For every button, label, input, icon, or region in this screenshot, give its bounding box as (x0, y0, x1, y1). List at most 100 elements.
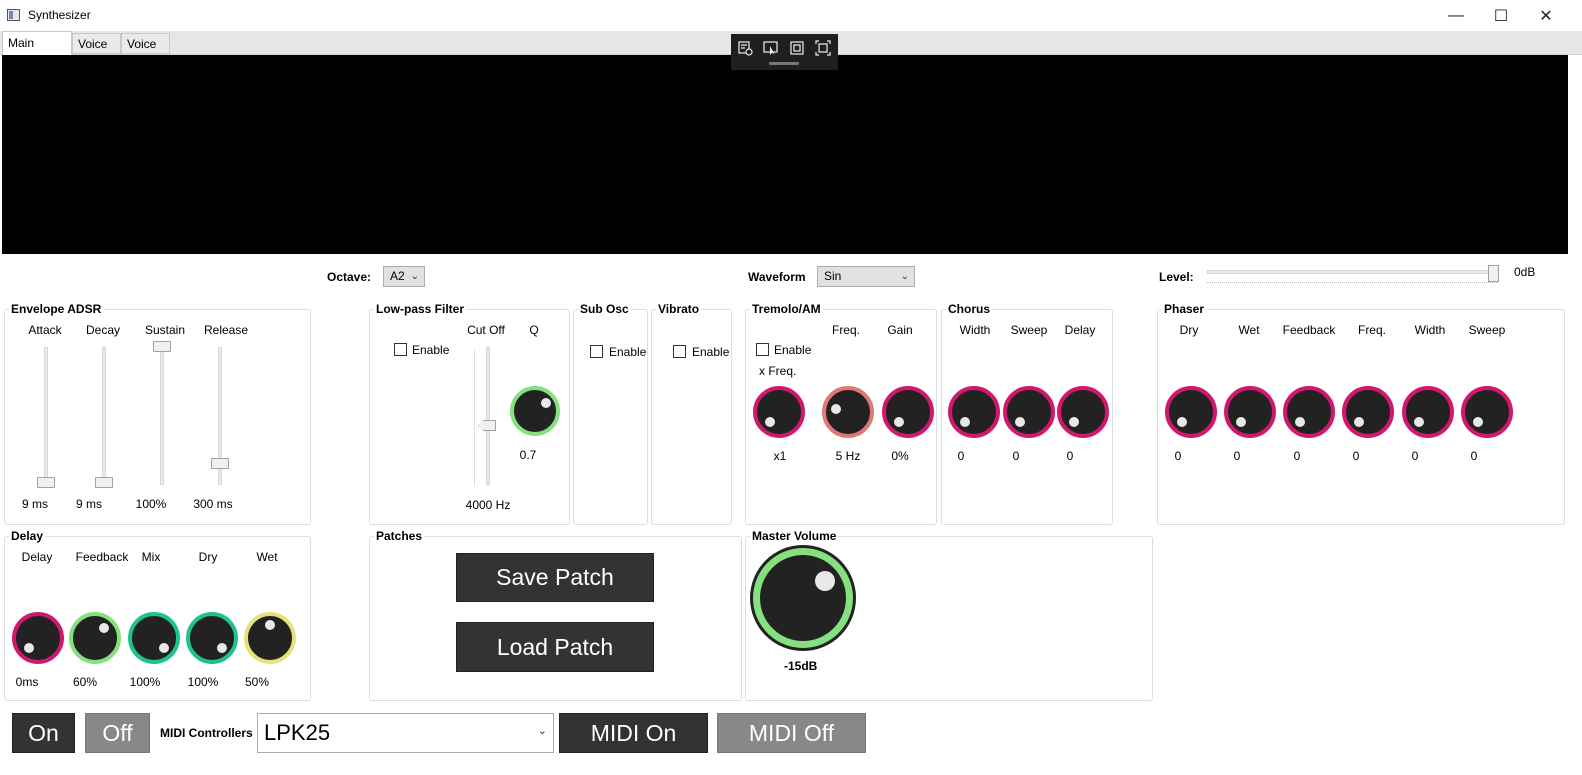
phaser-dry-label: Dry (1179, 323, 1199, 337)
knob-indicator (541, 398, 551, 408)
tremolo-freq-knob[interactable] (822, 386, 874, 438)
knob-indicator (894, 417, 904, 427)
phaser-title: Phaser (1162, 302, 1207, 316)
knob-indicator (1354, 417, 1364, 427)
knob-indicator (1177, 417, 1187, 427)
decay-value: 9 ms (75, 497, 102, 511)
chorus-title: Chorus (946, 302, 992, 316)
chorus-delay-knob[interactable] (1057, 386, 1109, 438)
delay-title: Delay (9, 529, 46, 543)
waveform-select[interactable]: Sin ⌄ (817, 266, 915, 287)
decay-slider-track[interactable] (102, 347, 106, 485)
delay-mix-value: 100% (129, 675, 161, 689)
track-focus-icon[interactable] (813, 39, 833, 57)
toolbar-grip[interactable] (769, 62, 799, 65)
vibrato-group (651, 309, 732, 525)
patches-title: Patches (374, 529, 425, 543)
knob-indicator (265, 620, 275, 630)
phaser-wet-knob[interactable] (1224, 386, 1276, 438)
delay-feedback-label: Feedback (75, 550, 129, 564)
cutoff-slider-track[interactable] (486, 347, 490, 485)
vibrato-enable-checkbox[interactable] (673, 345, 686, 358)
knob-indicator (1015, 417, 1025, 427)
tab-voice-2[interactable]: Voice 2 (72, 33, 121, 71)
chorus-sweep-knob[interactable] (1003, 386, 1055, 438)
tremolo-gain-knob[interactable] (882, 386, 934, 438)
xfreq-knob[interactable] (753, 386, 805, 438)
tremolo-enable-checkbox[interactable] (756, 343, 769, 356)
display-layout-icon[interactable] (787, 39, 807, 57)
chorus-width-knob[interactable] (948, 386, 1000, 438)
tremolo-title: Tremolo/AM (750, 302, 823, 316)
q-knob[interactable] (510, 386, 560, 436)
phaser-sweep-label: Sweep (1468, 323, 1506, 337)
sustain-slider-track[interactable] (160, 347, 164, 485)
delay-time-value: 0ms (15, 675, 39, 689)
sustain-slider-thumb[interactable] (153, 341, 171, 352)
debug-toolbar (731, 34, 838, 70)
q-label: Q (529, 323, 539, 337)
delay-mix-knob[interactable] (128, 612, 180, 664)
level-slider-track[interactable] (1207, 270, 1497, 274)
delay-dry-knob[interactable] (186, 612, 238, 664)
midi-off-button[interactable]: MIDI Off (717, 713, 866, 753)
knob-indicator (99, 623, 109, 633)
release-slider-thumb[interactable] (211, 458, 229, 469)
phaser-width-value: 0 (1411, 449, 1419, 463)
window-title: Synthesizer (28, 8, 91, 22)
tab-voice-3[interactable]: Voice 3 (121, 33, 170, 71)
master-volume-value: -15dB (784, 659, 818, 673)
midi-on-button[interactable]: MIDI On (559, 713, 708, 753)
knob-indicator (815, 571, 835, 591)
attack-label: Attack (28, 323, 62, 337)
knob-indicator (960, 417, 970, 427)
knob-indicator (1069, 417, 1079, 427)
phaser-width-knob[interactable] (1402, 386, 1454, 438)
octave-select[interactable]: A2 ⌄ (383, 266, 425, 287)
phaser-dry-knob[interactable] (1165, 386, 1217, 438)
phaser-feedback-value: 0 (1293, 449, 1301, 463)
title-bar: Synthesizer — ☐ ✕ (0, 0, 1582, 31)
knob-indicator (159, 643, 169, 653)
chorus-width-value: 0 (957, 449, 965, 463)
sustain-label: Sustain (144, 323, 186, 337)
minimize-button[interactable]: — (1433, 0, 1479, 31)
midi-controllers-label: MIDI Controllers (160, 726, 253, 740)
maximize-button[interactable]: ☐ (1478, 0, 1524, 31)
tab-main-voice[interactable]: Main Voice (2, 31, 72, 73)
delay-dry-label: Dry (198, 550, 218, 564)
master-volume-knob[interactable] (753, 548, 853, 648)
lowpass-enable-checkbox[interactable] (394, 343, 407, 356)
level-slider-thumb[interactable] (1488, 265, 1499, 282)
level-value: 0dB (1514, 265, 1536, 279)
tremolo-enable-label: Enable (774, 343, 812, 357)
attack-slider-thumb[interactable] (37, 477, 55, 488)
close-button[interactable]: ✕ (1523, 0, 1569, 31)
select-element-icon[interactable] (761, 39, 781, 57)
phaser-feedback-knob[interactable] (1283, 386, 1335, 438)
subosc-enable-checkbox[interactable] (590, 345, 603, 358)
decay-label: Decay (85, 323, 120, 337)
load-patch-button[interactable]: Load Patch (456, 622, 654, 672)
delay-wet-knob[interactable] (244, 612, 296, 664)
vibrato-enable-label: Enable (692, 345, 730, 359)
delay-time-knob[interactable] (12, 612, 64, 664)
chevron-down-icon: ⌄ (410, 271, 419, 282)
phaser-freq-knob[interactable] (1342, 386, 1394, 438)
subosc-group (573, 309, 648, 525)
delay-feedback-knob[interactable] (69, 612, 121, 664)
off-button[interactable]: Off (85, 713, 150, 753)
attack-slider-track[interactable] (44, 347, 48, 485)
envelope-title: Envelope ADSR (9, 302, 104, 316)
decay-slider-thumb[interactable] (95, 477, 113, 488)
phaser-freq-label: Freq. (1357, 323, 1386, 337)
save-patch-button[interactable]: Save Patch (456, 553, 654, 602)
phaser-sweep-knob[interactable] (1461, 386, 1513, 438)
on-button[interactable]: On (12, 713, 75, 753)
knob-indicator (217, 643, 227, 653)
midi-device-select[interactable]: LPK25 ⌄ (257, 713, 554, 753)
level-ticks (1207, 282, 1497, 285)
live-tree-icon[interactable] (735, 39, 755, 57)
waveform-value: Sin (824, 269, 842, 283)
app-icon (7, 9, 20, 21)
